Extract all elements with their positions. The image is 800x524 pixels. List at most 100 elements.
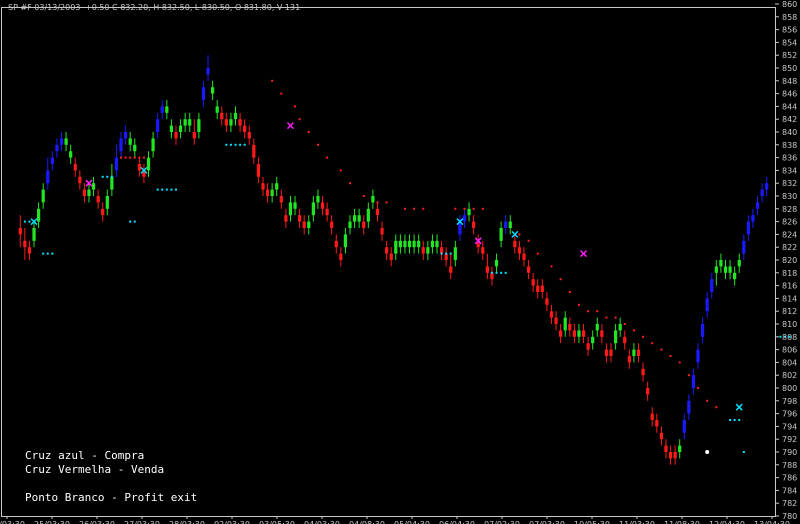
candle-body <box>407 240 412 248</box>
candle-body <box>472 221 476 228</box>
candle-body <box>279 196 283 203</box>
buy-stop-dot <box>229 143 232 146</box>
buy-stop-dot <box>101 175 104 178</box>
x-tick-label: 07/02:30 <box>484 520 520 524</box>
sell-stop-dot <box>133 156 136 159</box>
candle-body <box>325 208 329 216</box>
x-tick-label: 03/05:30 <box>259 520 295 524</box>
candle-body <box>339 253 343 260</box>
candle-body <box>261 183 265 190</box>
y-tick-label: 782 <box>782 499 797 508</box>
candle-body <box>385 247 389 254</box>
sell-stop-dot <box>362 195 365 197</box>
candle-body <box>728 266 732 273</box>
candle-body <box>23 240 27 248</box>
sell-stop-dot <box>642 335 645 338</box>
candle-body <box>540 285 544 292</box>
candle-body <box>265 189 270 196</box>
candle-body <box>320 202 325 209</box>
candle-body <box>238 119 242 126</box>
buy-stop-dot <box>51 252 54 255</box>
legend-sell-cross: Cruz Vermelha - Venda <box>25 463 164 476</box>
y-tick-label: 790 <box>782 448 797 457</box>
candle-body <box>572 330 576 337</box>
candle-body <box>293 202 297 209</box>
candle-body <box>151 138 155 152</box>
candle-body <box>696 349 700 363</box>
y-tick-label: 824 <box>782 230 797 239</box>
candle-body <box>609 349 613 356</box>
candle-body <box>243 125 247 132</box>
candle-body <box>733 272 737 280</box>
candle-body <box>270 189 274 196</box>
candle-body <box>499 228 503 241</box>
candle-body <box>623 336 627 344</box>
buy-stop-dot <box>28 220 31 223</box>
sell-stop-dot <box>678 361 681 364</box>
candle-body <box>371 196 375 203</box>
candle-body <box>206 68 210 75</box>
buy-stop-dot <box>46 252 49 255</box>
sell-stop-dot <box>559 278 562 281</box>
x-tick-label: 04/03:30 <box>304 520 340 524</box>
buy-stop-dot <box>165 188 168 191</box>
candle-body <box>343 234 348 248</box>
candle-body <box>169 125 174 132</box>
candle-body <box>632 349 636 356</box>
candle-body <box>765 183 769 190</box>
candle-body <box>719 260 723 267</box>
candle-body <box>710 279 714 292</box>
candle-body <box>403 240 407 248</box>
candle-body <box>723 266 728 273</box>
candle-body <box>50 157 54 164</box>
candle-body <box>82 189 87 196</box>
buy-stop-dot <box>239 143 242 146</box>
candle-body <box>700 324 705 337</box>
y-tick-label: 842 <box>782 115 797 124</box>
candle-body <box>531 279 535 286</box>
sell-stop-dot <box>138 156 141 159</box>
candle-body <box>46 170 50 184</box>
candle-body <box>128 138 132 145</box>
sell-stop-dot <box>472 207 475 210</box>
sell-stop-dot <box>632 329 635 332</box>
candle-body <box>366 208 370 222</box>
sell-stop-dot <box>298 118 301 121</box>
buy-stop-dot <box>133 220 136 223</box>
buy-stop-dot <box>23 220 26 223</box>
buy-stop-dot <box>440 252 443 255</box>
sell-stop-dot <box>307 131 310 133</box>
y-tick-label: 786 <box>782 474 797 483</box>
candle-body <box>18 228 22 235</box>
candle-body <box>595 324 599 331</box>
y-tick-label: 854 <box>782 38 797 47</box>
candle-body <box>27 247 32 254</box>
candle-body <box>504 221 508 228</box>
candle-body <box>581 330 586 337</box>
sell-stop-dot <box>316 143 319 146</box>
x-tick-label: 25/03:30 <box>0 520 25 524</box>
sell-stop-dot <box>326 156 329 159</box>
sell-stop-dot <box>376 201 379 204</box>
candle-body <box>412 240 416 248</box>
y-tick-label: 822 <box>782 243 797 252</box>
candle-body <box>316 196 320 203</box>
candle-body <box>435 240 439 248</box>
candle-body <box>494 260 499 267</box>
candle-body <box>215 106 219 113</box>
y-tick-label: 784 <box>782 486 797 495</box>
x-tick-label: 02/03:30 <box>214 520 250 524</box>
candle-body <box>188 119 192 126</box>
candle-body <box>682 420 686 433</box>
candle-body <box>114 157 119 171</box>
y-tick-label: 830 <box>782 192 797 201</box>
candle-body <box>302 221 306 228</box>
candle-body <box>59 138 64 145</box>
candle-body <box>69 151 73 158</box>
sell-stop-dot <box>142 156 145 159</box>
price-chart: 7807827847867887907927947967988008028048… <box>0 0 800 524</box>
candle-body <box>705 298 709 312</box>
candle-body <box>549 311 554 318</box>
candle-body <box>646 388 650 395</box>
candle-body <box>430 240 435 248</box>
